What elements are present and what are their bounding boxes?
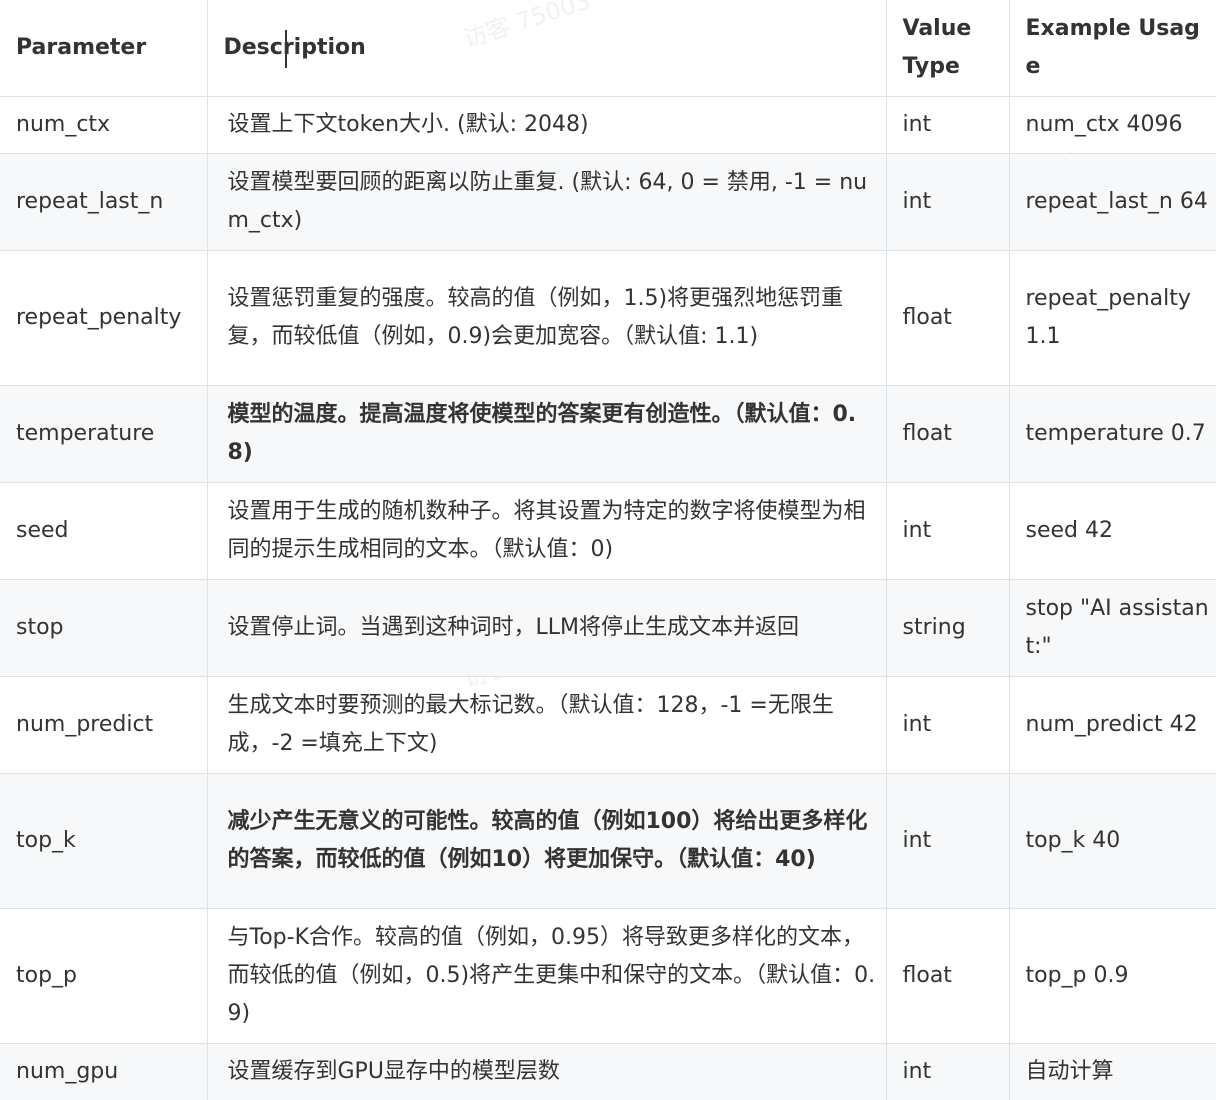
param-example: num_predict 42 (1008, 676, 1216, 774)
param-value-type: int (885, 676, 1010, 774)
param-value-type: float (885, 250, 1010, 386)
table-row: num_gpu 设置缓存到GPU显存中的模型层数 int 自动计算 (0, 1043, 1216, 1100)
header-value-type: Value Type (885, 0, 1010, 97)
param-value-type: float (885, 908, 1010, 1044)
param-name: top_p (0, 908, 208, 1044)
param-description: 设置上下文token大小. (默认: 2048) (206, 96, 887, 154)
param-description: 设置缓存到GPU显存中的模型层数 (206, 1043, 887, 1100)
header-parameter: Parameter (0, 0, 208, 97)
param-example: top_p 0.9 (1008, 908, 1216, 1044)
table-row: stop 设置停止词。当遇到这种词时，LLM将停止生成文本并返回 string … (0, 579, 1216, 677)
param-example: seed 42 (1008, 482, 1216, 580)
table-row: top_p 与Top-K合作。较高的值（例如，0.95）将导致更多样化的文本，而… (0, 908, 1216, 1044)
param-description: 设置用于生成的随机数种子。将其设置为特定的数字将使模型为相同的提示生成相同的文本… (206, 482, 887, 580)
param-name: seed (0, 482, 208, 580)
param-description: 生成文本时要预测的最大标记数。（默认值：128，-1 =无限生成，-2 =填充上… (206, 676, 887, 774)
param-description: 设置模型要回顾的距离以防止重复. (默认: 64, 0 = 禁用, -1 = n… (206, 153, 887, 251)
param-name: temperature (0, 385, 208, 483)
header-example-usage: Example Usage (1008, 0, 1216, 97)
param-value-type: string (885, 579, 1010, 677)
param-name: top_k (0, 773, 208, 909)
table-row: num_ctx 设置上下文token大小. (默认: 2048) int num… (0, 96, 1216, 154)
param-example: stop "AI assistant:" (1008, 579, 1216, 677)
table-row: repeat_penalty 设置惩罚重复的强度。较高的值（例如，1.5)将更强… (0, 250, 1216, 386)
parameters-table: Parameter Description Value Type Example… (0, 0, 1216, 1100)
param-description: 设置惩罚重复的强度。较高的值（例如，1.5)将更强烈地惩罚重复，而较低值（例如，… (206, 250, 887, 386)
param-name: num_predict (0, 676, 208, 774)
param-example: temperature 0.7 (1008, 385, 1216, 483)
param-value-type: int (885, 153, 1010, 251)
param-name: num_ctx (0, 96, 208, 154)
param-example: top_k 40 (1008, 773, 1216, 909)
param-example: num_ctx 4096 (1008, 96, 1216, 154)
param-name: repeat_penalty (0, 250, 208, 386)
table-row: top_k 减少产生无意义的可能性。较高的值（例如100）将给出更多样化的答案，… (0, 773, 1216, 909)
param-example: 自动计算 (1008, 1043, 1216, 1100)
param-value-type: int (885, 1043, 1010, 1100)
table-row: temperature 模型的温度。提高温度将使模型的答案更有创造性。（默认值：… (0, 385, 1216, 483)
table-row: seed 设置用于生成的随机数种子。将其设置为特定的数字将使模型为相同的提示生成… (0, 482, 1216, 580)
param-value-type: int (885, 482, 1010, 580)
param-value-type: float (885, 385, 1010, 483)
param-name: repeat_last_n (0, 153, 208, 251)
param-description: 设置停止词。当遇到这种词时，LLM将停止生成文本并返回 (206, 579, 887, 677)
param-value-type: int (885, 96, 1010, 154)
header-description: Description (206, 0, 887, 97)
param-name: num_gpu (0, 1043, 208, 1100)
param-description: 减少产生无意义的可能性。较高的值（例如100）将给出更多样化的答案，而较低的值（… (206, 773, 887, 909)
text-cursor (285, 30, 287, 68)
param-name: stop (0, 579, 208, 677)
param-example: repeat_penalty 1.1 (1008, 250, 1216, 386)
param-description: 模型的温度。提高温度将使模型的答案更有创造性。（默认值：0.8) (206, 385, 887, 483)
param-example: repeat_last_n 64 (1008, 153, 1216, 251)
table-header-row: Parameter Description Value Type Example… (0, 0, 1216, 97)
param-description: 与Top-K合作。较高的值（例如，0.95）将导致更多样化的文本，而较低的值（例… (206, 908, 887, 1044)
table-row: num_predict 生成文本时要预测的最大标记数。（默认值：128，-1 =… (0, 676, 1216, 774)
table-row: repeat_last_n 设置模型要回顾的距离以防止重复. (默认: 64, … (0, 153, 1216, 251)
param-value-type: int (885, 773, 1010, 909)
